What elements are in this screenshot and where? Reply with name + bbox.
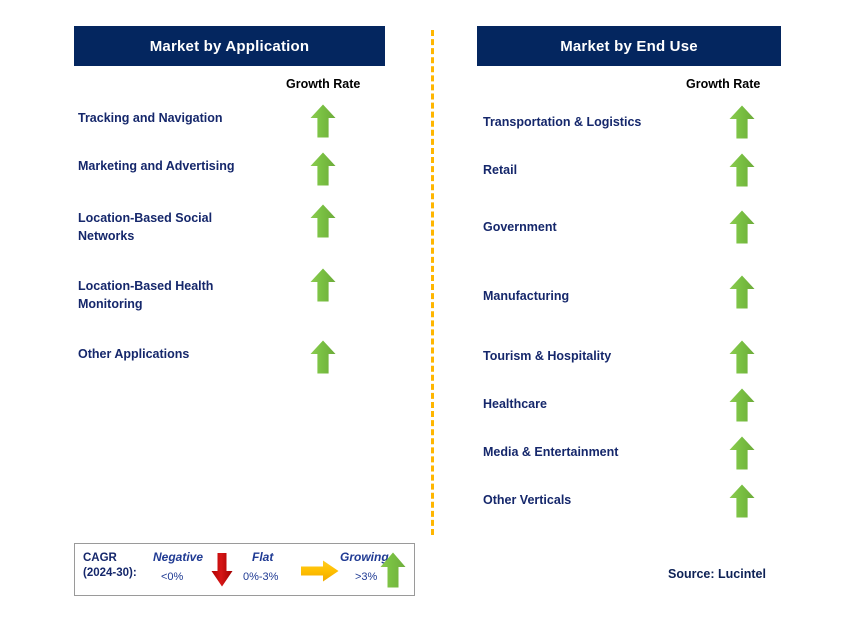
- panel-header-market-by-application: Market by Application: [74, 26, 385, 66]
- legend-value-negative: <0%: [161, 571, 184, 583]
- row-label: Location-Based Health Monitoring: [78, 279, 214, 311]
- infographic-canvas: Market by Application Growth Rate Tracki…: [0, 0, 842, 620]
- row-label: Marketing and Advertising: [78, 159, 235, 173]
- row-label: Healthcare: [483, 397, 547, 411]
- arrow-up-icon: [729, 153, 755, 187]
- growth-rate-caption-left: Growth Rate: [286, 77, 361, 91]
- arrow-up-icon: [729, 436, 755, 470]
- cagr-legend: CAGR (2024-30): Negative <0% Flat 0%-3% …: [74, 543, 415, 596]
- vertical-dashed-divider: [431, 30, 434, 535]
- arrow-down-icon: [211, 553, 233, 592]
- row-label: Other Verticals: [483, 493, 572, 507]
- arrow-up-icon: [729, 105, 755, 139]
- arrow-up-icon: [729, 275, 755, 309]
- legend-cagr-label: CAGR (2024-30):: [83, 552, 137, 579]
- arrow-up-icon: [310, 268, 336, 302]
- panel-header-market-by-end-use: Market by End Use: [477, 26, 781, 66]
- row-label: Transportation & Logistics: [483, 115, 642, 129]
- arrow-up-icon: [729, 484, 755, 518]
- legend-term-negative: Negative: [153, 550, 204, 564]
- arrow-up-icon: [310, 204, 336, 238]
- source-attribution: Source: Lucintel: [668, 567, 766, 581]
- legend-value-flat: 0%-3%: [243, 571, 279, 583]
- panel-title-right: Market by End Use: [560, 37, 698, 55]
- row-label: Tourism & Hospitality: [483, 349, 612, 363]
- row-label: Location-Based Social Networks: [78, 211, 213, 243]
- row-label: Tracking and Navigation: [78, 111, 223, 125]
- arrow-up-icon: [310, 340, 336, 374]
- arrow-up-icon: [310, 152, 336, 186]
- arrow-up-icon: [729, 388, 755, 422]
- arrow-up-icon: [729, 340, 755, 374]
- growth-rate-caption-right: Growth Rate: [686, 77, 761, 91]
- row-label: Other Applications: [78, 347, 190, 361]
- row-label: Manufacturing: [483, 289, 570, 303]
- arrow-up-icon: [729, 210, 755, 244]
- row-label: Media & Entertainment: [483, 445, 619, 459]
- row-label: Retail: [483, 163, 518, 177]
- row-label: Government: [483, 220, 557, 234]
- arrow-right-icon: [301, 560, 339, 587]
- arrow-up-icon: [310, 104, 336, 138]
- arrow-up-icon: [380, 552, 406, 593]
- panel-title-left: Market by Application: [149, 37, 310, 55]
- legend-value-growing: >3%: [355, 571, 378, 583]
- legend-term-flat: Flat: [252, 550, 274, 564]
